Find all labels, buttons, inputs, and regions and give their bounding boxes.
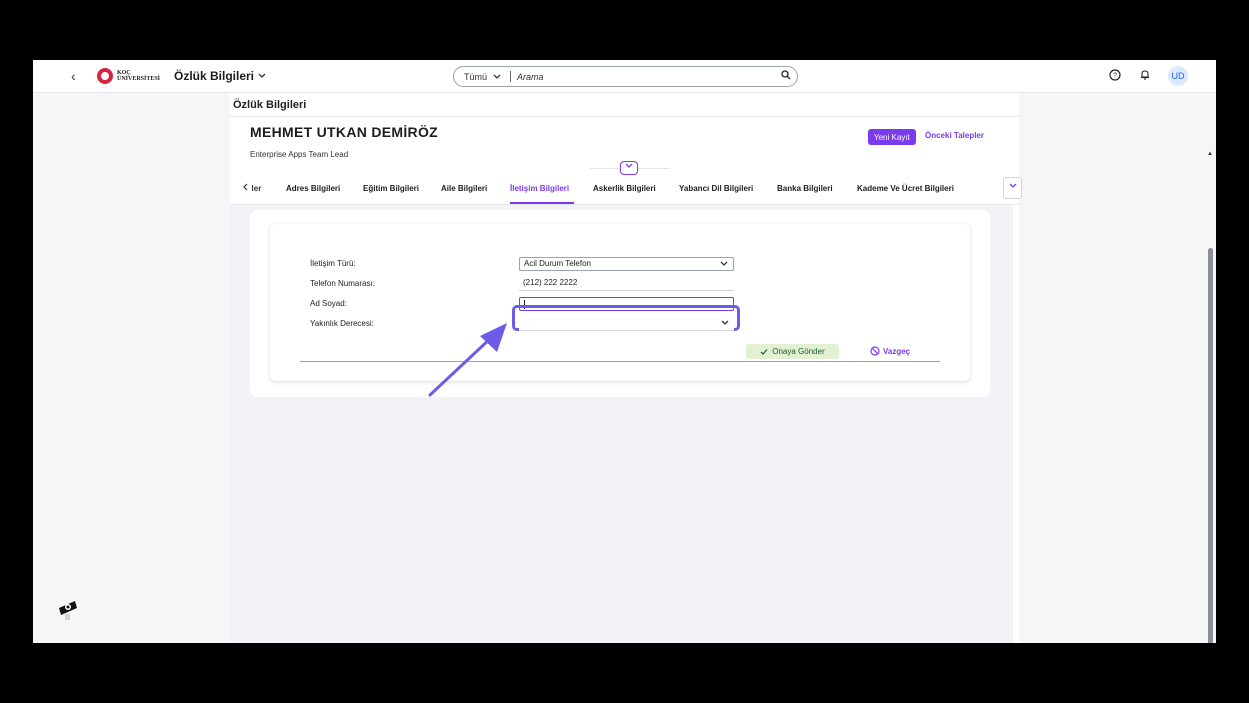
search-icon[interactable] <box>775 70 797 83</box>
phone-number-label: Telefon Numarası: <box>310 279 375 288</box>
divider <box>230 116 1019 117</box>
app-title-menu[interactable]: Özlük Bilgileri <box>174 69 266 83</box>
chevron-down-icon <box>258 73 266 78</box>
app-title: Özlük Bilgileri <box>174 69 255 83</box>
logo-text: KOÇ ÜNİVERSİTESİ <box>117 70 160 82</box>
tab-askerlik[interactable]: Askerlik Bilgileri <box>593 184 656 193</box>
scroll-up-arrow[interactable]: ▲ <box>1207 151 1213 157</box>
chevron-left-icon <box>243 183 248 191</box>
full-name-label: Ad Soyad: <box>310 299 347 308</box>
contact-type-select[interactable]: Acil Durum Telefon <box>519 257 734 271</box>
assistant-logo-icon[interactable] <box>55 597 81 623</box>
chevron-down-icon <box>493 74 501 79</box>
tab-scroll-left[interactable]: ler <box>243 183 261 193</box>
search-input[interactable]: Arama <box>517 72 775 82</box>
chevron-down-icon <box>720 258 728 275</box>
top-bar: ‹ KOÇ ÜNİVERSİTESİ Özlük Bilgileri Tümü … <box>33 60 1216 93</box>
contact-type-label: İletişim Türü: <box>310 259 356 268</box>
relationship-select[interactable] <box>519 317 734 331</box>
tab-partial-label: ler <box>251 184 262 193</box>
chevron-down-icon <box>1009 183 1016 188</box>
search-scope-select[interactable]: Tümü <box>454 72 510 82</box>
breadcrumb: Özlük Bilgileri <box>233 99 307 111</box>
form-divider <box>300 361 940 362</box>
previous-requests-link[interactable]: Önceki Talepler <box>925 131 984 140</box>
search-bar[interactable]: Tümü Arama <box>453 66 798 87</box>
app-window: ‹ KOÇ ÜNİVERSİTESİ Özlük Bilgileri Tümü … <box>33 60 1216 643</box>
tab-egitim[interactable]: Eğitim Bilgileri <box>363 184 419 193</box>
top-right-actions: ? UD <box>1108 66 1188 86</box>
new-record-button[interactable]: Yeni Kayıt <box>868 129 916 145</box>
phone-number-field[interactable]: (212) 222 2222 <box>519 277 734 291</box>
logo-mark-icon <box>97 68 113 84</box>
contact-type-value: Acil Durum Telefon <box>524 259 591 268</box>
annotation-arrow-icon <box>428 323 507 397</box>
cancel-circle-icon <box>870 346 880 356</box>
tab-banka[interactable]: Banka Bilgileri <box>777 184 833 193</box>
tab-kademe[interactable]: Kademe Ve Ücret Bilgileri <box>857 184 954 193</box>
search-separator <box>510 71 511 82</box>
main-panel: Özlük Bilgileri MEHMET UTKAN DEMİRÖZ Ent… <box>230 93 1213 643</box>
help-icon[interactable]: ? <box>1108 68 1122 84</box>
tab-overflow-button[interactable] <box>1003 177 1022 199</box>
submit-label: Onaya Gönder <box>772 347 825 356</box>
logo-line2: ÜNİVERSİTESİ <box>117 76 161 82</box>
page-title: MEHMET UTKAN DEMİRÖZ <box>250 124 438 140</box>
contact-form: İletişim Türü: Acil Durum Telefon Telefo… <box>270 224 970 397</box>
tab-adres[interactable]: Adres Bilgileri <box>286 184 340 193</box>
tab-yabanci-dil[interactable]: Yabancı Dil Bilgileri <box>679 184 753 193</box>
chevron-down-icon <box>625 163 633 168</box>
cancel-button[interactable]: Vazgeç <box>870 346 910 356</box>
section-card: İletişim Türü: Acil Durum Telefon Telefo… <box>250 210 990 397</box>
cancel-label: Vazgeç <box>883 346 911 356</box>
avatar[interactable]: UD <box>1168 66 1188 86</box>
back-button[interactable]: ‹ <box>71 68 76 84</box>
bell-icon[interactable] <box>1138 69 1152 84</box>
chevron-down-icon <box>721 317 729 334</box>
submit-for-approval-button[interactable]: Onaya Gönder <box>746 344 839 359</box>
person-subtitle: Enterprise Apps Team Lead <box>250 150 349 159</box>
tab-bar: ler Adres Bilgileri Eğitim Bilgileri Ail… <box>243 177 1022 204</box>
tab-iletisim[interactable]: İletişim Bilgileri <box>510 184 569 193</box>
relationship-label: Yakınlık Derecesi: <box>310 319 374 328</box>
svg-text:?: ? <box>1113 72 1117 79</box>
search-scope-label: Tümü <box>464 71 488 82</box>
scrollbar[interactable] <box>1208 248 1213 643</box>
check-icon <box>760 348 768 355</box>
collapse-header-button[interactable] <box>620 161 638 175</box>
tab-aile[interactable]: Aile Bilgileri <box>441 184 487 193</box>
university-logo[interactable]: KOÇ ÜNİVERSİTESİ <box>97 68 160 84</box>
content-area: İletişim Türü: Acil Durum Telefon Telefo… <box>230 205 1013 643</box>
